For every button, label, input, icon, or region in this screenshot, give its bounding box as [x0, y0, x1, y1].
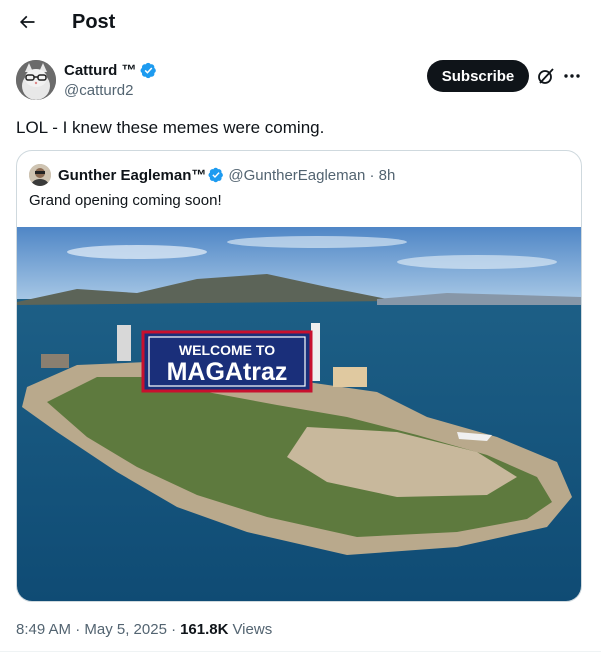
grok-icon [538, 68, 554, 84]
quoted-post[interactable]: Gunther Eagleman™ @GuntherEagleman · 8h … [16, 150, 582, 602]
author-name-row: Catturd ™ [64, 61, 157, 80]
page-header: Post [0, 0, 601, 44]
grok-button[interactable] [536, 66, 556, 86]
more-button[interactable] [562, 66, 582, 86]
post-meta: 8:49 AM · May 5, 2025 · 161.8K Views [16, 621, 272, 638]
divider [0, 651, 601, 652]
author-handle[interactable]: @catturd2 [64, 81, 133, 100]
quote-text: Grand opening coming soon! [29, 192, 222, 209]
back-arrow-icon [19, 15, 35, 29]
verified-badge-icon [208, 167, 224, 183]
post-timestamp[interactable]: 8:49 AM · May 5, 2025 · [16, 621, 176, 638]
more-icon [564, 74, 580, 78]
quote-image[interactable]: WELCOME TO MAGAtraz [17, 227, 581, 602]
sign-line-1: WELCOME TO [179, 342, 275, 358]
verified-badge-icon [140, 62, 157, 79]
views-label: Views [232, 621, 273, 638]
quote-avatar [29, 164, 51, 186]
quote-header: Gunther Eagleman™ @GuntherEagleman · 8h [29, 163, 395, 187]
author-name[interactable]: Catturd ™ [64, 61, 137, 80]
quote-author-name: Gunther Eagleman™ [58, 166, 207, 184]
quote-author-handle: @GuntherEagleman · 8h [228, 166, 396, 184]
avatar[interactable] [16, 60, 56, 100]
cat-avatar-image [16, 60, 56, 100]
views-count: 161.8K [180, 621, 229, 638]
subscribe-button[interactable]: Subscribe [427, 60, 529, 92]
page-title: Post [72, 11, 116, 33]
sign-line-2: MAGAtraz [167, 358, 288, 386]
back-button[interactable] [14, 9, 40, 35]
post-text: LOL - I knew these memes were coming. [16, 118, 325, 137]
